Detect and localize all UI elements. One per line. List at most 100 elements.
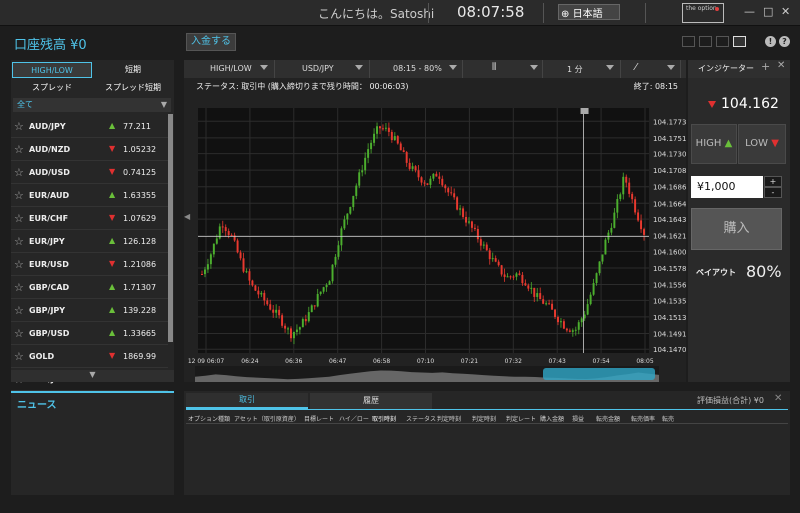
star-icon[interactable]: ☆ xyxy=(14,350,24,363)
asset-name: EUR/CHF xyxy=(29,214,69,223)
asset-row[interactable]: ☆ AUD/JPY ▲ 77.211 xyxy=(11,116,168,138)
column-header[interactable]: 転売金額 xyxy=(596,414,620,423)
candle xyxy=(592,283,595,295)
asset-row[interactable]: ☆ GBP/CAD ▲ 1.71307 xyxy=(11,277,168,299)
chart-navigator[interactable] xyxy=(195,366,659,382)
tab-spread-short[interactable]: スプレッド短期 xyxy=(93,80,173,96)
star-icon[interactable]: ☆ xyxy=(14,258,24,271)
total-pnl: 評価損益(合計) ¥0 xyxy=(697,396,764,405)
y-tick-label: 104.1773 xyxy=(653,118,686,126)
help-icon[interactable]: ? xyxy=(779,36,790,47)
x-tick-label: 07:10 xyxy=(417,358,434,365)
column-header[interactable]: ステータス xyxy=(406,414,436,423)
column-header[interactable]: 購入金額 xyxy=(540,414,564,423)
column-header[interactable]: 判定時刻 xyxy=(472,414,496,423)
asset-rate: 126.128 xyxy=(123,237,157,246)
pair-select[interactable]: USD/JPY xyxy=(302,64,334,73)
tab-history[interactable]: 履歴 xyxy=(310,393,432,409)
minimize-button[interactable]: — xyxy=(744,5,755,18)
candle xyxy=(574,329,577,331)
candle xyxy=(334,256,337,265)
high-button[interactable]: HIGH ▲ xyxy=(691,124,737,164)
deposit-button[interactable]: 入金する xyxy=(186,33,236,51)
star-icon[interactable]: ☆ xyxy=(14,143,24,156)
column-header[interactable]: 転売 xyxy=(662,414,674,423)
column-header[interactable]: 取引時刻 xyxy=(372,414,396,423)
star-icon[interactable]: ☆ xyxy=(14,166,24,179)
candle xyxy=(287,328,289,330)
candle xyxy=(284,325,287,329)
column-header[interactable]: オプション種類 xyxy=(188,414,230,423)
candle xyxy=(376,126,378,134)
star-icon[interactable]: ☆ xyxy=(14,281,24,294)
star-icon[interactable]: ☆ xyxy=(14,120,24,133)
decrease-amount-button[interactable]: - xyxy=(764,187,782,198)
y-tick-label: 104.1708 xyxy=(653,167,686,175)
alert-icon[interactable]: ! xyxy=(765,36,776,47)
layout-split-icon[interactable] xyxy=(699,36,712,47)
arrow-down-icon: ▼ xyxy=(771,138,779,149)
tab-highlow[interactable]: HIGH/LOW xyxy=(12,62,92,78)
x-tick-label: 12 09 06:07 xyxy=(188,358,225,365)
language-select[interactable]: ⊕ 日本語 xyxy=(558,4,620,20)
star-icon[interactable]: ☆ xyxy=(14,304,24,317)
star-icon[interactable]: ☆ xyxy=(14,235,24,248)
candle xyxy=(292,331,295,339)
candle xyxy=(500,265,503,275)
candle xyxy=(215,238,218,244)
asset-row[interactable]: ☆ EUR/AUD ▲ 1.63355 xyxy=(11,185,168,207)
price-chart[interactable]: 104.1773 104.1751 104.1730 104.1708 104.1686… xyxy=(184,90,686,366)
asset-row[interactable]: ☆ GBP/USD ▲ 1.33665 xyxy=(11,323,168,345)
column-header[interactable]: 損益 xyxy=(572,414,584,423)
candle xyxy=(637,212,640,221)
star-icon[interactable]: ☆ xyxy=(14,212,24,225)
asset-row[interactable]: ☆ GBP/JPY ▲ 139.228 xyxy=(11,300,168,322)
increase-amount-button[interactable]: + xyxy=(764,176,782,187)
interval-select[interactable]: 1 分 xyxy=(567,64,583,75)
filter-label: 全て xyxy=(17,100,33,109)
asset-row[interactable]: ☆ EUR/CHF ▼ 1.07629 xyxy=(11,208,168,230)
asset-row[interactable]: ☆ AUD/NZD ▼ 1.05232 xyxy=(11,139,168,161)
candle xyxy=(512,276,515,278)
layout-single-icon[interactable] xyxy=(733,36,746,47)
column-header[interactable]: ハイ／ロー xyxy=(339,414,369,423)
indicator-header[interactable]: インジケーター xyxy=(688,60,790,78)
candle xyxy=(257,290,260,295)
column-header[interactable]: 目標レート xyxy=(304,414,334,423)
column-header[interactable]: アセット（取引原資産） xyxy=(234,414,300,423)
layout-quad-icon[interactable] xyxy=(682,36,695,47)
candle xyxy=(390,131,393,141)
asset-row[interactable]: ☆ GOLD ▼ 1869.99 xyxy=(11,346,168,368)
draw-line-icon[interactable]: ⁄ xyxy=(635,62,637,73)
star-icon[interactable]: ☆ xyxy=(14,327,24,340)
column-header[interactable]: 転売価率 xyxy=(631,414,655,423)
scroll-down-button[interactable]: ▼ xyxy=(11,370,174,382)
amount-input[interactable]: ¥1,000 xyxy=(691,176,763,198)
tab-spread-highlow[interactable]: スプレッドHIGH/LOW xyxy=(12,80,92,108)
maximize-button[interactable]: □ xyxy=(763,5,773,18)
buy-button[interactable]: 購入 xyxy=(691,208,782,250)
chart-style-icon[interactable]: ⫴ xyxy=(492,62,496,73)
asset-row[interactable]: ☆ EUR/USD ▼ 1.21086 xyxy=(11,254,168,276)
column-header[interactable]: 判定時刻 xyxy=(437,414,461,423)
column-header[interactable]: 判定レート xyxy=(506,414,536,423)
tab-short-term[interactable]: 短期 xyxy=(93,62,173,78)
arrow-up-icon: ▲ xyxy=(724,138,733,149)
star-icon[interactable]: ☆ xyxy=(14,189,24,202)
asset-row[interactable]: ☆ EUR/JPY ▲ 126.128 xyxy=(11,231,168,253)
option-type-select[interactable]: HIGH/LOW xyxy=(210,64,252,73)
candle xyxy=(444,185,447,189)
asset-filter-select[interactable]: 全て ▼ xyxy=(13,98,171,112)
low-button[interactable]: LOW ▼ xyxy=(738,124,786,164)
period-select[interactable]: 08:15 - 80% xyxy=(393,64,442,73)
asset-row[interactable]: ☆ AUD/USD ▼ 0.74125 xyxy=(11,162,168,184)
asset-name: AUD/USD xyxy=(29,168,70,177)
close-icon[interactable]: ✕ xyxy=(774,393,782,404)
close-button[interactable]: ✕ xyxy=(781,5,790,18)
add-indicator-button[interactable]: + xyxy=(761,60,770,73)
indicator-label: インジケーター xyxy=(698,64,754,73)
tab-trades[interactable]: 取引 xyxy=(186,393,308,409)
close-icon[interactable]: ✕ xyxy=(777,60,785,71)
scrollbar[interactable] xyxy=(168,114,173,342)
layout-triple-icon[interactable] xyxy=(716,36,729,47)
